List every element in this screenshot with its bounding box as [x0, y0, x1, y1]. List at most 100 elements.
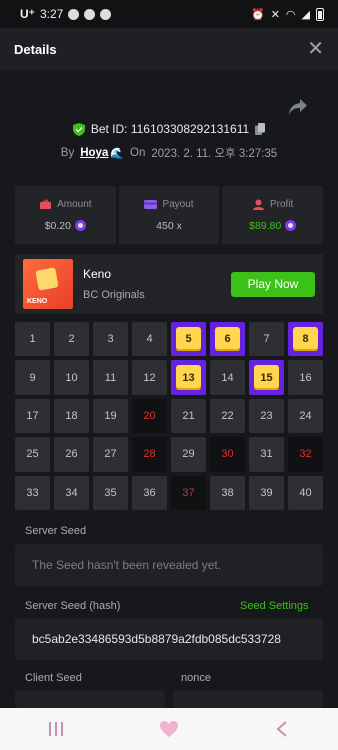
client-seed-field[interactable] [15, 690, 165, 708]
shield-check-icon [72, 122, 85, 136]
keno-cell: 20 [132, 398, 167, 434]
keno-hit-tile: 15 [254, 365, 279, 390]
wifi-icon: ◠ [285, 8, 296, 21]
keno-cell: 16 [288, 360, 323, 395]
keno-cell: 14 [210, 360, 245, 395]
keno-cell: 1 [15, 322, 50, 357]
profit-icon [253, 199, 264, 210]
app-notification-icon [84, 8, 96, 20]
system-nav-bar [0, 708, 338, 750]
recent-apps-icon [49, 722, 64, 736]
keno-cell: 28 [132, 437, 167, 472]
keno-hit-tile: 6 [215, 327, 240, 352]
home-button[interactable] [154, 714, 184, 744]
on-label: On [130, 147, 146, 159]
amount-icon [40, 198, 52, 209]
mute-icon: ✕ [270, 8, 280, 21]
by-label: By [60, 147, 75, 159]
back-icon [276, 721, 287, 737]
status-right: ⏰ ✕ ◠ ◢ [251, 7, 324, 21]
server-seed-value: The Seed hasn't been revealed yet. [32, 558, 222, 572]
coin-icon [285, 220, 297, 231]
bet-stats: Amount $0.20 Payout 450 x Profit $89.80 [15, 186, 324, 244]
keno-cell: 9 [15, 360, 50, 395]
keno-cell: 31 [249, 437, 284, 472]
game-provider: BC Originals [83, 289, 145, 301]
keno-thumbnail: KENO [23, 259, 73, 309]
payout-icon [144, 199, 158, 209]
battery-icon [316, 7, 324, 21]
clock: 3:27 [40, 7, 64, 21]
game-info: Keno BC Originals [83, 267, 231, 301]
keno-cell: 10 [54, 360, 89, 395]
page-title: Details [14, 41, 57, 57]
keno-cell: 12 [132, 360, 167, 395]
heart-home-icon [159, 721, 178, 737]
keno-cell: 8 [288, 322, 323, 357]
keno-cell: 25 [15, 437, 50, 472]
keno-cell: 39 [249, 475, 284, 510]
keno-hit-tile: 13 [176, 365, 201, 390]
keno-cell: 13 [171, 360, 206, 395]
server-hash-field[interactable]: bc5ab2e33486593d5b8879a2fdb085dc533728 [15, 618, 323, 660]
play-now-button[interactable]: Play Now [231, 271, 315, 297]
keno-cell: 22 [210, 398, 245, 434]
keno-cell: 18 [54, 398, 89, 434]
keno-cell: 6 [210, 322, 245, 357]
keno-cell: 4 [132, 322, 167, 357]
amount-value: $0.20 [44, 219, 71, 232]
tile-graphic [35, 267, 59, 291]
cloud-icon [100, 8, 112, 20]
nonce-label: nonce [181, 672, 211, 684]
keno-cell: 33 [15, 475, 50, 510]
keno-cell: 21 [171, 398, 206, 434]
profit-stat: Profit $89.80 [222, 186, 324, 244]
client-seed-label: Client Seed [25, 672, 82, 684]
keno-cell: 26 [54, 437, 89, 472]
game-card: KENO Keno BC Originals Play Now [15, 254, 323, 314]
thumbnail-text: KENO [27, 298, 48, 305]
keno-cell: 38 [210, 475, 245, 510]
keno-grid: 1 2 3 4 5 6 7 8 9 10 11 12 13 14 15 16 17 18 19 20 21 22 23 24 2… [15, 322, 323, 510]
keno-cell: 23 [249, 398, 284, 434]
keno-cell: 5 [171, 322, 206, 357]
keno-cell: 11 [93, 360, 128, 395]
close-icon[interactable]: ✕ [307, 39, 324, 59]
details-header: Details ✕ [0, 28, 338, 70]
user-emoji: 🌊 [110, 147, 125, 160]
amount-stat: Amount $0.20 [15, 186, 116, 244]
keno-cell: 40 [288, 475, 323, 510]
back-button[interactable] [267, 714, 297, 744]
bet-date: 2023. 2. 11. 오후 3:27:35 [151, 148, 278, 160]
keno-cell: 34 [54, 475, 89, 510]
keno-cell: 32 [288, 437, 323, 472]
keno-cell: 37 [171, 475, 206, 510]
game-name: Keno [83, 267, 112, 281]
keno-cell: 24 [288, 398, 323, 434]
coin-icon [74, 220, 86, 231]
keno-hit-tile: 8 [293, 327, 318, 352]
keno-cell: 19 [93, 398, 128, 434]
share-icon[interactable] [288, 98, 308, 116]
bet-id-row: Bet ID: 116103308292131611 [0, 122, 338, 136]
seed-settings-link[interactable]: Seed Settings [240, 600, 309, 612]
keno-cell: 36 [132, 475, 167, 510]
bet-id: Bet ID: 116103308292131611 [90, 122, 250, 136]
copy-icon[interactable] [255, 123, 266, 135]
keno-cell: 15 [249, 360, 284, 395]
payout-stat: Payout 450 x [118, 186, 220, 244]
keno-cell: 30 [210, 437, 245, 472]
keno-cell: 35 [93, 475, 128, 510]
signal-icon: ◢ [301, 8, 310, 21]
nonce-field[interactable] [173, 690, 323, 708]
status-left: U⁺ 3:27 [20, 7, 112, 21]
payout-label: Payout [162, 198, 194, 210]
user-link[interactable]: Hoya [80, 147, 108, 159]
server-hash-value: bc5ab2e33486593d5b8879a2fdb085dc533728 [32, 632, 281, 646]
keno-hit-tile: 5 [176, 327, 201, 352]
keno-cell: 17 [15, 398, 50, 434]
profit-value: $89.80 [249, 219, 282, 232]
recent-apps-button[interactable] [41, 714, 71, 744]
keno-cell: 2 [54, 322, 89, 357]
server-hash-label: Server Seed (hash) [25, 600, 121, 612]
